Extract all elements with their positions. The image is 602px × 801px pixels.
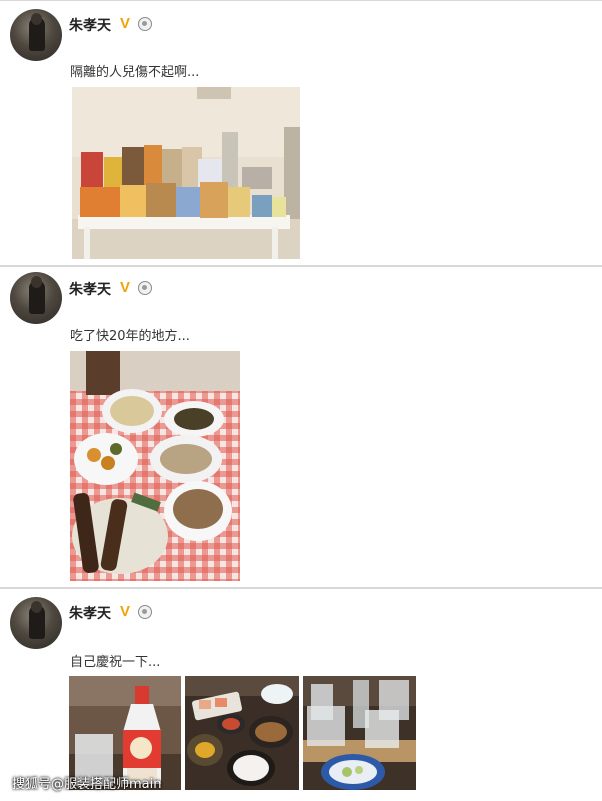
watermark-text: 搜狐号@服装搭配师main [12, 777, 162, 792]
author-avatar[interactable] [10, 597, 62, 649]
weibo-post-2: 朱孝天 V 吃了快20年的地方... [0, 266, 602, 588]
sushi-image [185, 676, 299, 790]
post-photo-snacks[interactable] [72, 87, 300, 259]
post-text: 自己慶祝一下... [70, 655, 161, 670]
post-photo-drinks[interactable] [303, 676, 416, 790]
medal-icon [138, 17, 152, 31]
author-name[interactable]: 朱孝天 [69, 603, 111, 623]
post-photo-sushi[interactable] [185, 676, 299, 790]
author-name[interactable]: 朱孝天 [69, 279, 111, 299]
post-photo-dinner[interactable] [70, 351, 240, 581]
verified-icon: V [120, 279, 131, 296]
medal-icon [138, 605, 152, 619]
author-avatar[interactable] [10, 272, 62, 324]
dinner-image [70, 351, 240, 581]
snacks-image [72, 87, 300, 259]
post-text: 隔離的人兒傷不起啊... [70, 65, 200, 80]
post-text: 吃了快20年的地方... [70, 329, 190, 344]
author-avatar[interactable] [10, 9, 62, 61]
author-name[interactable]: 朱孝天 [69, 15, 111, 35]
weibo-post-1: 朱孝天 V 隔離的人兒傷不起啊... [0, 0, 602, 266]
verified-icon: V [120, 15, 131, 32]
verified-icon: V [120, 603, 131, 620]
drinks-image [303, 676, 416, 790]
weibo-post-3: 朱孝天 V 自己慶祝一下... [0, 588, 602, 801]
medal-icon [138, 281, 152, 295]
